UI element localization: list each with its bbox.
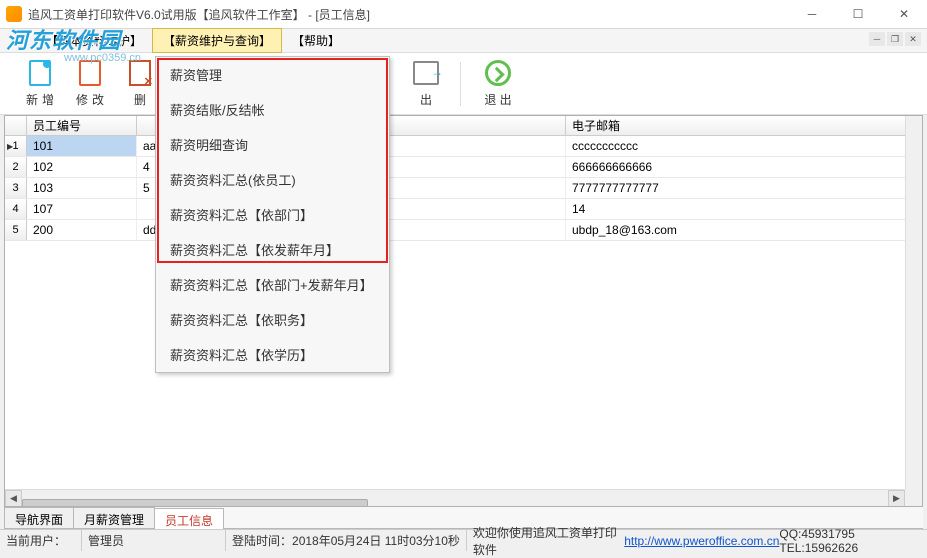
tb-export-button[interactable]: 出 [402, 57, 450, 111]
dd-summary-position[interactable]: 薪资资料汇总【依职务】 [156, 302, 389, 337]
dd-summary-month[interactable]: 薪资资料汇总【依发薪年月】 [156, 232, 389, 267]
minimize-button[interactable]: ─ [789, 0, 835, 29]
row-number: 1 [5, 136, 27, 156]
scroll-right-button[interactable]: ▶ [888, 490, 905, 507]
statusbar: 当前用户： 管理员 登陆时间：2018年05月24日 11时03分10秒 欢迎你… [0, 529, 927, 551]
tb-edit-button[interactable]: 修改 [66, 57, 114, 111]
cell-empid[interactable]: 107 [27, 199, 137, 219]
dd-summary-dept-month[interactable]: 薪资资料汇总【依部门+发薪年月】 [156, 267, 389, 302]
dd-salary-close[interactable]: 薪资结账/反结帐 [156, 92, 389, 127]
tab-monthly-salary[interactable]: 月薪资管理 [73, 507, 155, 528]
cell-empid[interactable]: 200 [27, 220, 137, 240]
window-controls: ─ ☐ ✕ [789, 0, 927, 29]
cell-email[interactable]: ccccccccccc [566, 136, 922, 156]
horizontal-scrollbar[interactable]: ◀ ▶ [5, 489, 905, 506]
header-empid[interactable]: 员工编号 [27, 116, 137, 135]
cell-email[interactable]: 666666666666 [566, 157, 922, 177]
close-button[interactable]: ✕ [881, 0, 927, 29]
scroll-left-button[interactable]: ◀ [5, 490, 22, 507]
grid-header: 员工编号 电子邮箱 [5, 116, 922, 136]
menu-salary-query[interactable]: 【薪资维护与查询】 [152, 28, 282, 53]
row-number: 2 [5, 157, 27, 177]
data-grid[interactable]: 员工编号 电子邮箱 1101aaaaaaaccccccccccc21024666… [4, 115, 923, 507]
header-email[interactable]: 电子邮箱 [566, 116, 922, 135]
tab-employee-info[interactable]: 员工信息 [154, 508, 224, 529]
cell-empid[interactable]: 101 [27, 136, 137, 156]
exit-icon [484, 59, 512, 87]
sb-time: 登陆时间：2018年05月24日 11时03分10秒 [226, 530, 467, 551]
mdi-minimize[interactable]: ─ [869, 32, 885, 46]
dd-summary-employee[interactable]: 薪资资料汇总(依员工) [156, 162, 389, 197]
dd-salary-detail[interactable]: 薪资明细查询 [156, 127, 389, 162]
titlebar: 追风工资单打印软件V6.0试用版【追风软件工作室】 - [员工信息] ─ ☐ ✕ [0, 0, 927, 29]
window-title: 追风工资单打印软件V6.0试用版【追风软件工作室】 - [员工信息] [28, 6, 789, 23]
cell-empid[interactable]: 103 [27, 178, 137, 198]
sb-user-label: 当前用户： [0, 530, 82, 551]
sb-welcome: 欢迎你使用追风工资单打印软件 http://www.pweroffice.com… [467, 530, 927, 551]
menu-help[interactable]: 【帮助】 [282, 29, 350, 52]
maximize-button[interactable]: ☐ [835, 0, 881, 29]
header-rownum [5, 116, 27, 135]
watermark-logo: 河东软件园 [6, 23, 121, 55]
dd-summary-dept[interactable]: 薪资资料汇总【依部门】 [156, 197, 389, 232]
toolbar-separator [460, 62, 461, 106]
row-number: 4 [5, 199, 27, 219]
cell-email[interactable]: ubdp_18@163.com [566, 220, 922, 240]
row-number: 3 [5, 178, 27, 198]
dd-salary-manage[interactable]: 薪资管理 [156, 57, 389, 92]
tab-nav[interactable]: 导航界面 [4, 507, 74, 528]
tb-new-button[interactable]: 新增 [16, 57, 64, 111]
dd-summary-education[interactable]: 薪资资料汇总【依学历】 [156, 337, 389, 372]
table-row[interactable]: 5200dddddddddddddddsadfubdp_18@163.com [5, 220, 922, 241]
scroll-thumb[interactable] [22, 499, 368, 507]
table-row[interactable]: 1101aaaaaaaccccccccccc [5, 136, 922, 157]
grid-body: 1101aaaaaaaccccccccccc210246666666666663… [5, 136, 922, 241]
vertical-scrollbar[interactable] [905, 116, 922, 489]
sb-user: 管理员 [82, 530, 226, 551]
tb-exit-button[interactable]: 退 出 [469, 57, 527, 111]
mdi-restore[interactable]: ❐ [887, 32, 903, 46]
table-row[interactable]: 21024666666666666 [5, 157, 922, 178]
mdi-close[interactable]: ✕ [905, 32, 921, 46]
menubar: 【基本资料维护】 【薪资维护与查询】 【帮助】 [0, 29, 927, 53]
export-icon [412, 59, 440, 87]
cell-email[interactable]: 7777777777777 [566, 178, 922, 198]
salary-dropdown-menu: 薪资管理 薪资结账/反结帐 薪资明细查询 薪资资料汇总(依员工) 薪资资料汇总【… [155, 56, 390, 373]
mdi-controls: ─ ❐ ✕ [869, 32, 921, 46]
app-icon [6, 6, 22, 22]
cell-email[interactable]: 14 [566, 199, 922, 219]
watermark-url: www.pc0359.cn [64, 52, 141, 64]
table-row[interactable]: 310357777777777777 [5, 178, 922, 199]
new-icon [26, 59, 54, 87]
cell-empid[interactable]: 102 [27, 157, 137, 177]
row-number: 5 [5, 220, 27, 240]
table-row[interactable]: 4107 14 [5, 199, 922, 220]
scroll-corner [905, 489, 922, 506]
